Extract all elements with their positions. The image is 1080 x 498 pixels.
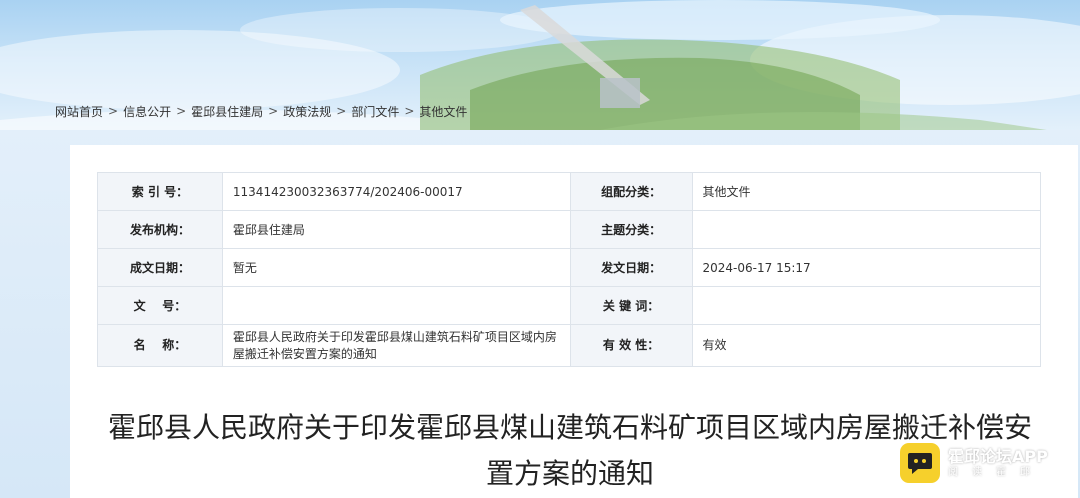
index-number-value: 113414230032363774/202406-00017 bbox=[221, 172, 571, 211]
metadata-row: 文 号： 关 键 词： bbox=[97, 286, 1042, 325]
app-watermark: 霍邱论坛APP 阅读霍邱 bbox=[900, 443, 1048, 483]
publisher-value: 霍邱县住建局 bbox=[221, 210, 571, 249]
doc-name-label: 名 称： bbox=[97, 324, 223, 367]
metadata-row: 发布机构： 霍邱县住建局 主题分类： bbox=[97, 210, 1042, 249]
metadata-row: 索 引 号： 113414230032363774/202406-00017 组… bbox=[97, 172, 1042, 211]
article-title: 霍邱县人民政府关于印发霍邱县煤山建筑石料矿项目区域内房屋搬迁补偿安置方案的通知 bbox=[107, 411, 1032, 490]
publisher-label: 发布机构： bbox=[97, 210, 223, 249]
breadcrumb-separator: > bbox=[336, 104, 347, 118]
chat-bubble-icon bbox=[900, 443, 940, 483]
breadcrumb-housing-bureau-link[interactable]: 霍邱县住建局 bbox=[191, 103, 263, 120]
topic-label: 主题分类： bbox=[569, 210, 693, 249]
breadcrumb-department-docs-link[interactable]: 部门文件 bbox=[351, 103, 399, 120]
keywords-label: 关 键 词： bbox=[569, 286, 693, 325]
breadcrumb: 网站首页 > 信息公开 > 霍邱县住建局 > 政策法规 > 部门文件 > 其他文… bbox=[55, 102, 467, 120]
validity-value: 有效 bbox=[691, 324, 1042, 367]
validity-label: 有 效 性： bbox=[569, 324, 693, 367]
document-metadata-table: 索 引 号： 113414230032363774/202406-00017 组… bbox=[97, 172, 1042, 367]
breadcrumb-home-link[interactable]: 网站首页 bbox=[55, 103, 103, 120]
category-label: 组配分类： bbox=[569, 172, 693, 211]
written-date-value: 暂无 bbox=[221, 248, 571, 287]
breadcrumb-separator: > bbox=[176, 104, 187, 118]
doc-number-label: 文 号： bbox=[97, 286, 223, 325]
publish-date-value: 2024-06-17 15:17 bbox=[691, 248, 1042, 287]
category-value: 其他文件 bbox=[691, 172, 1042, 211]
metadata-row: 成文日期： 暂无 发文日期： 2024-06-17 15:17 bbox=[97, 248, 1042, 287]
keywords-value bbox=[691, 286, 1042, 325]
breadcrumb-info-public-link[interactable]: 信息公开 bbox=[123, 103, 171, 120]
written-date-label: 成文日期： bbox=[97, 248, 223, 287]
watermark-text: 霍邱论坛APP 阅读霍邱 bbox=[948, 447, 1048, 480]
watermark-title: 霍邱论坛APP bbox=[948, 446, 1048, 466]
breadcrumb-policy-link[interactable]: 政策法规 bbox=[283, 103, 331, 120]
publish-date-label: 发文日期： bbox=[569, 248, 693, 287]
watermark-subtitle: 阅读霍邱 bbox=[948, 466, 1044, 478]
metadata-row: 名 称： 霍邱县人民政府关于印发霍邱县煤山建筑石料矿项目区域内房屋搬迁补偿安置方… bbox=[97, 324, 1042, 367]
topic-value bbox=[691, 210, 1042, 249]
doc-name-value: 霍邱县人民政府关于印发霍邱县煤山建筑石料矿项目区域内房屋搬迁补偿安置方案的通知 bbox=[221, 324, 571, 367]
doc-number-value bbox=[221, 286, 571, 325]
breadcrumb-other-docs-link[interactable]: 其他文件 bbox=[419, 103, 467, 120]
breadcrumb-separator: > bbox=[404, 104, 415, 118]
breadcrumb-separator: > bbox=[268, 104, 279, 118]
index-number-label: 索 引 号： bbox=[97, 172, 223, 211]
breadcrumb-separator: > bbox=[108, 104, 119, 118]
